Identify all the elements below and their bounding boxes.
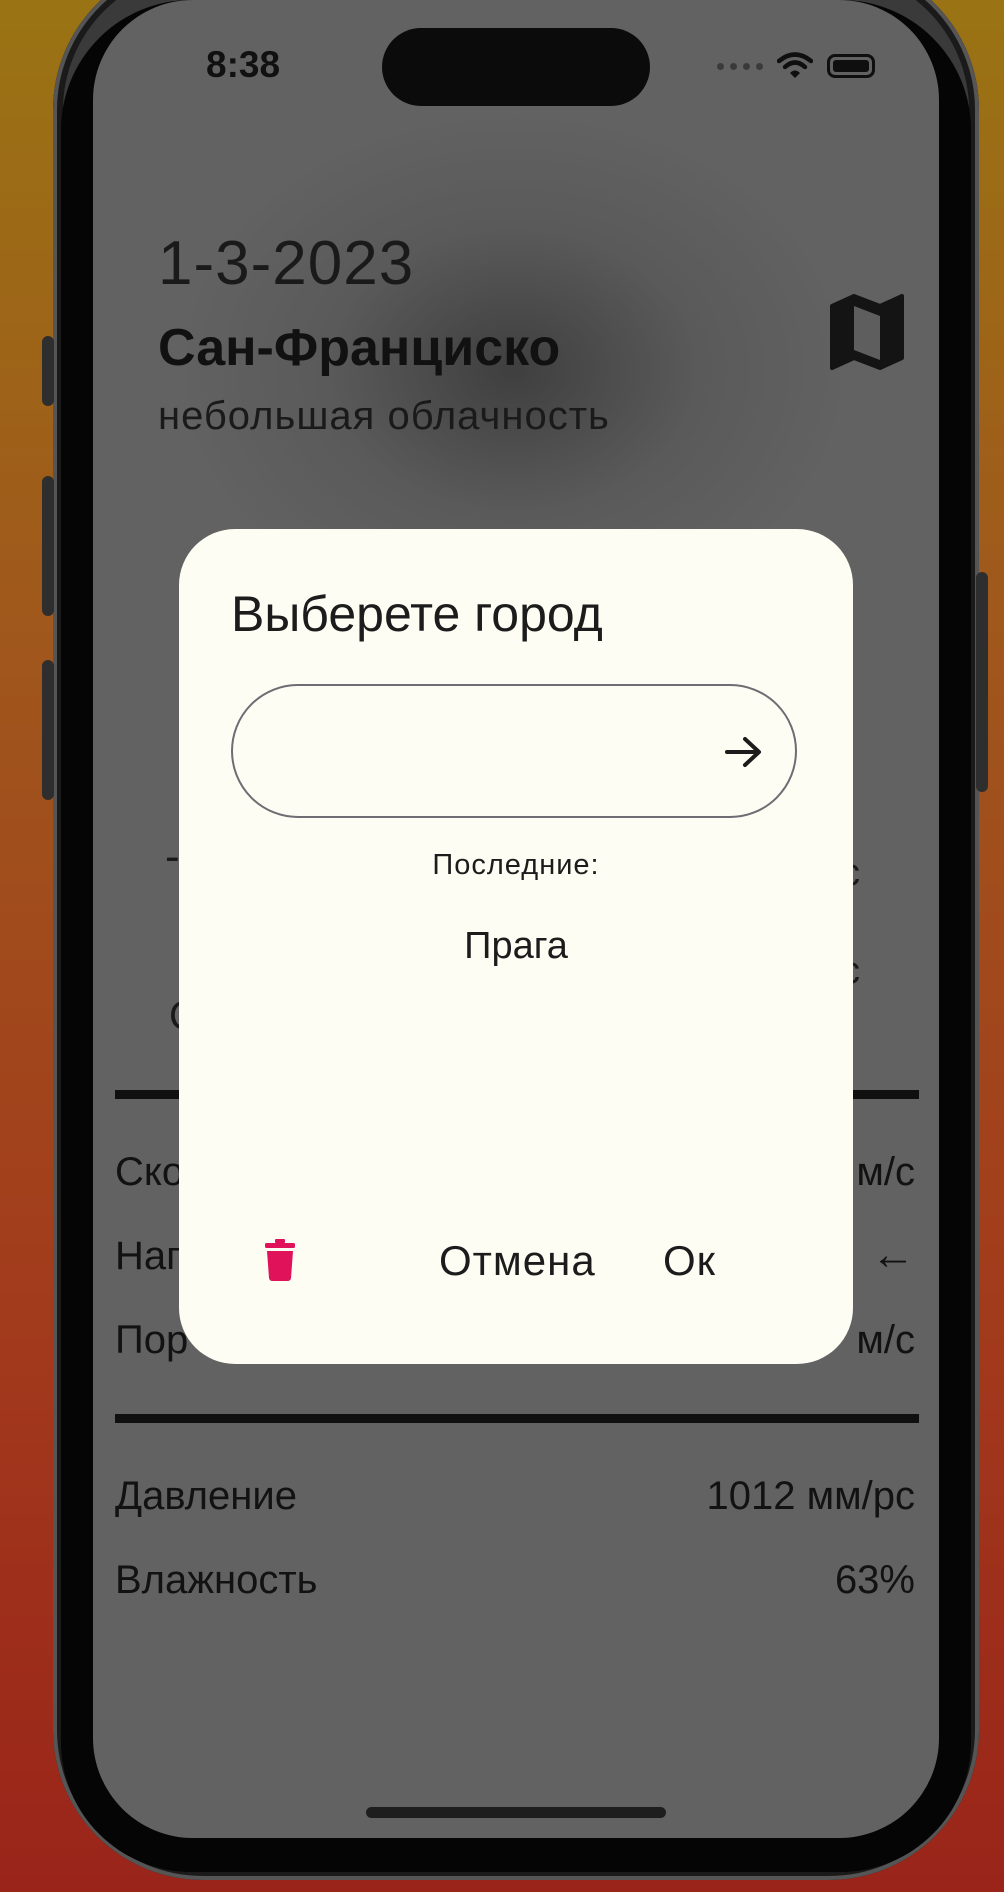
divider-bottom	[115, 1414, 919, 1423]
wind-gust-label: Пор	[115, 1318, 189, 1362]
home-indicator[interactable]	[366, 1807, 666, 1818]
cellular-signal-icon	[717, 62, 763, 70]
wind-speed-value: м/с	[856, 1150, 915, 1194]
humidity-value: 63%	[834, 1558, 915, 1602]
pressure-value: 1012 мм/рс	[706, 1474, 915, 1518]
status-icons	[717, 52, 875, 80]
city-picker-dialog: Выберете город Последние: Прага Отмена О…	[179, 529, 853, 1364]
power-button	[976, 572, 988, 792]
weather-city: Сан-Франциско	[158, 319, 561, 377]
wind-direction-arrow-icon: ←	[871, 1230, 915, 1279]
trash-icon[interactable]	[263, 1239, 297, 1281]
weather-condition: небольшая облачность	[158, 394, 610, 438]
ok-button[interactable]: Ок	[663, 1237, 716, 1285]
mute-switch	[42, 336, 54, 406]
city-search-field[interactable]	[231, 684, 797, 818]
dialog-title: Выберете город	[231, 586, 603, 642]
humidity-label: Влажность	[115, 1558, 318, 1602]
battery-icon	[827, 54, 875, 78]
pressure-label: Давление	[115, 1474, 297, 1518]
city-input[interactable]	[267, 686, 711, 818]
arrow-right-icon	[725, 737, 761, 767]
wind-speed-label: Ско	[115, 1150, 185, 1194]
recent-city-item[interactable]: Прага	[179, 925, 853, 968]
weather-date: 1-3-2023	[158, 229, 415, 298]
status-time: 8:38	[206, 44, 281, 85]
cancel-button[interactable]: Отмена	[439, 1237, 596, 1285]
wind-gust-value: м/с	[856, 1318, 915, 1362]
volume-up-button	[42, 476, 54, 616]
bg-fragment-dash: -	[165, 832, 180, 881]
volume-down-button	[42, 660, 54, 800]
dynamic-island	[382, 28, 650, 106]
recent-cities-label: Последние:	[432, 849, 600, 881]
map-icon[interactable]	[826, 292, 908, 374]
wind-direction-label: Нап	[115, 1234, 188, 1278]
wifi-icon	[777, 52, 813, 78]
submit-city-button[interactable]	[711, 719, 777, 785]
